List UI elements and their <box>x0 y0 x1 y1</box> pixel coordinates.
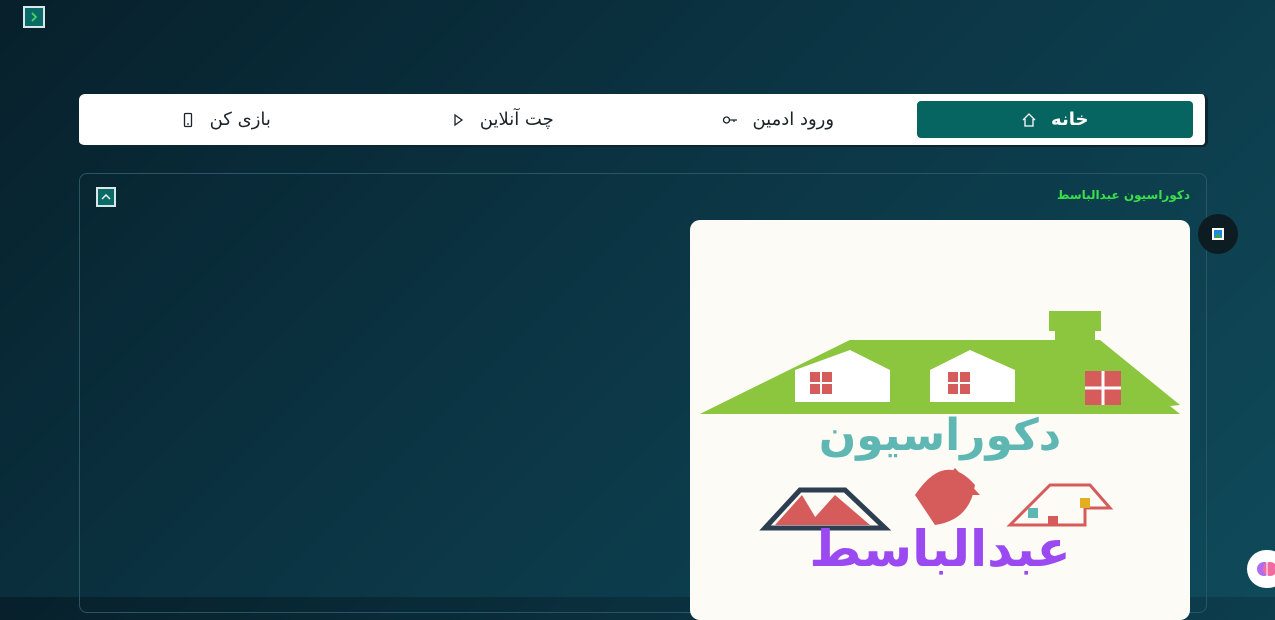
tab-label: بازی کن <box>209 109 271 130</box>
tab-home[interactable]: خانه <box>916 101 1193 138</box>
play-icon <box>454 113 463 126</box>
card-title: دکوراسیون عبدالباسط <box>1056 188 1190 202</box>
assistant-button[interactable] <box>1247 550 1275 588</box>
logo-text-line2: عبدالباسط <box>809 520 1071 578</box>
image-icon <box>1212 228 1224 240</box>
logo-image: دکوراسیون عبدالباسط <box>690 220 1190 620</box>
floating-image-button[interactable] <box>1198 214 1238 254</box>
tab-play-game[interactable]: بازی کن <box>87 101 364 138</box>
tab-online-chat[interactable]: چت آنلاین <box>364 101 641 138</box>
content-card: دکوراسیون عبدالباسط دکوراسیون عبدالباسط <box>79 173 1207 620</box>
top-navigation: خانه ورود ادمین چت آنلاین بازی کن <box>79 94 1208 147</box>
home-icon <box>1022 112 1036 127</box>
tab-label: چت آنلاین <box>479 109 554 130</box>
brain-icon <box>1257 562 1275 576</box>
key-icon <box>723 115 738 124</box>
logo-text-line1: دکوراسیون <box>818 410 1062 461</box>
chevron-right-icon <box>31 12 38 22</box>
tab-label: خانه <box>1051 109 1089 130</box>
chevron-up-icon <box>101 194 111 200</box>
sidebar-toggle-button[interactable] <box>23 6 45 28</box>
tab-admin-login[interactable]: ورود ادمین <box>640 101 917 138</box>
tab-label: ورود ادمین <box>752 109 835 130</box>
mobile-icon <box>183 112 192 127</box>
collapse-button[interactable] <box>96 187 116 207</box>
